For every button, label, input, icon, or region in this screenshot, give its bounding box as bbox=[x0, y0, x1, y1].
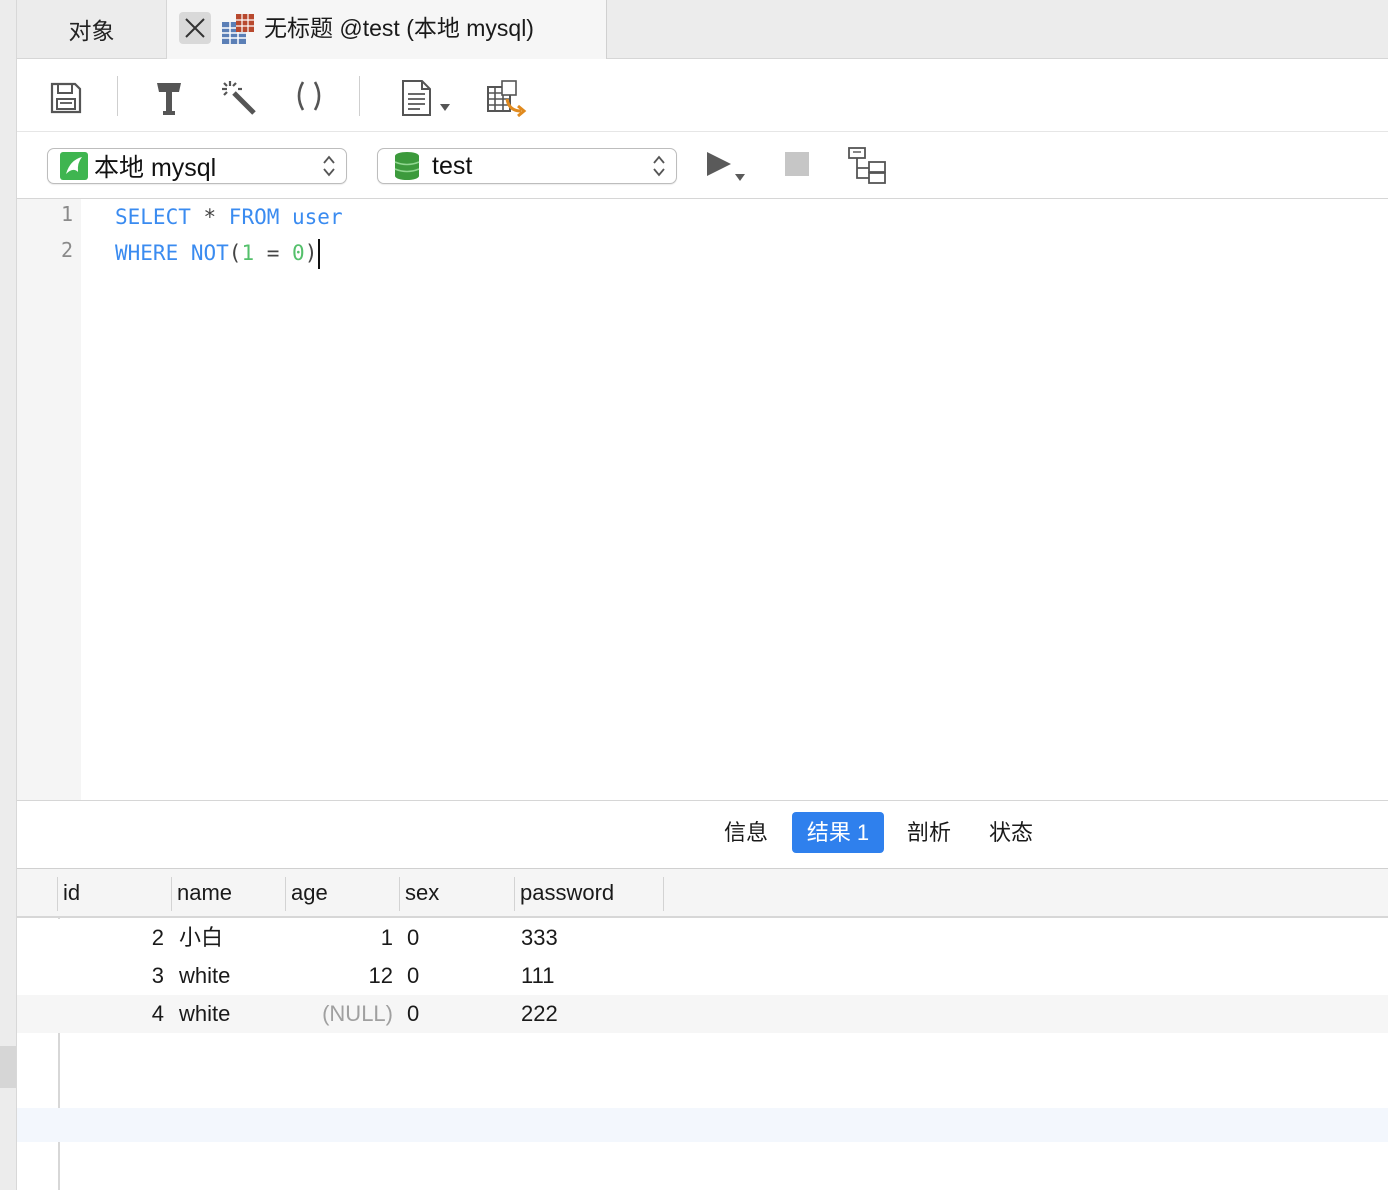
cell-age[interactable]: 1 bbox=[287, 919, 393, 957]
toolbar-separator bbox=[117, 76, 118, 116]
cell-id[interactable]: 3 bbox=[59, 957, 164, 995]
run-icon[interactable] bbox=[705, 150, 751, 189]
keyword-select: SELECT bbox=[115, 205, 191, 229]
code-line-1: SELECT * FROM user bbox=[115, 199, 343, 235]
table-row[interactable]: 2 小白 1 0 333 bbox=[17, 919, 1388, 957]
number-literal: 0 bbox=[292, 241, 305, 265]
keyword-not: NOT bbox=[178, 241, 229, 265]
database-value: test bbox=[432, 151, 473, 180]
tab-info[interactable]: 信息 bbox=[710, 812, 782, 853]
keyword-from: FROM bbox=[228, 205, 280, 229]
operator-star: * bbox=[190, 205, 229, 229]
tab-query-title: 无标题 @test (本地 mysql) bbox=[264, 15, 534, 41]
magic-wand-icon[interactable] bbox=[220, 79, 258, 122]
keyword-where: WHERE bbox=[115, 241, 179, 265]
tab-status[interactable]: 状态 bbox=[975, 812, 1047, 853]
table-row[interactable]: 3 white 12 0 111 bbox=[17, 957, 1388, 995]
tab-objects-label: 对象 bbox=[68, 18, 115, 44]
identifier-table: user bbox=[279, 205, 343, 229]
line-number: 2 bbox=[60, 238, 73, 262]
cell-password[interactable]: 333 bbox=[521, 919, 661, 957]
text-caret bbox=[318, 239, 321, 269]
cell-age-null[interactable]: (NULL) bbox=[287, 995, 393, 1033]
column-header-age[interactable]: age bbox=[285, 869, 399, 916]
grid-header: id name age sex password bbox=[17, 869, 1388, 918]
table-export-icon[interactable] bbox=[485, 79, 527, 122]
document-icon[interactable] bbox=[400, 79, 454, 122]
code-line-2: WHERE NOT(1 = 0) bbox=[115, 235, 321, 271]
close-icon[interactable] bbox=[179, 12, 211, 44]
tab-profile[interactable]: 剖析 bbox=[893, 812, 965, 853]
cell-password[interactable]: 111 bbox=[521, 957, 661, 995]
line-number: 1 bbox=[60, 202, 73, 226]
column-header-name[interactable]: name bbox=[171, 869, 285, 916]
cell-id[interactable]: 4 bbox=[59, 995, 164, 1033]
database-icon bbox=[394, 151, 420, 181]
cell-name[interactable]: white bbox=[179, 995, 279, 1033]
updown-chevron-icon bbox=[652, 154, 666, 183]
tab-result-1[interactable]: 结果 1 bbox=[792, 812, 884, 853]
connection-value: 本地 mysql bbox=[94, 154, 217, 182]
save-icon[interactable] bbox=[49, 81, 83, 120]
updown-chevron-icon bbox=[322, 154, 336, 183]
explain-tree-icon[interactable] bbox=[847, 146, 887, 189]
column-header-password[interactable]: password bbox=[514, 869, 663, 916]
result-tabs: 信息 结果 1 剖析 状态 bbox=[17, 801, 1388, 869]
parentheses-icon[interactable] bbox=[292, 79, 326, 118]
cell-name[interactable]: 小白 bbox=[179, 919, 279, 957]
paren-open: ( bbox=[228, 241, 242, 265]
table-row[interactable]: 4 white (NULL) 0 222 bbox=[17, 995, 1388, 1033]
line-number-gutter: 1 2 bbox=[17, 199, 81, 800]
stop-icon[interactable] bbox=[785, 152, 809, 181]
operator-equals: = bbox=[254, 241, 293, 265]
column-header-sex[interactable]: sex bbox=[399, 869, 514, 916]
cell-name[interactable]: white bbox=[179, 957, 279, 995]
cell-age[interactable]: 12 bbox=[287, 957, 393, 995]
empty-row-highlight bbox=[17, 1108, 1388, 1142]
column-separator[interactable] bbox=[663, 877, 664, 911]
connection-select[interactable]: 本地 mysql bbox=[47, 148, 347, 184]
cell-password[interactable]: 222 bbox=[521, 995, 661, 1033]
cell-sex[interactable]: 0 bbox=[407, 919, 507, 957]
toolbar-separator bbox=[359, 76, 360, 116]
left-edge-handle bbox=[0, 1046, 16, 1088]
connection-bar: 本地 mysql test bbox=[17, 132, 1388, 199]
mysql-connection-icon bbox=[60, 152, 88, 180]
query-table-icon bbox=[220, 12, 256, 46]
window-left-edge bbox=[0, 0, 17, 1190]
tab-objects[interactable]: 对象 bbox=[17, 0, 167, 58]
database-select[interactable]: test bbox=[377, 148, 677, 184]
sql-editor[interactable]: SELECT * FROM user WHERE NOT(1 = 0) bbox=[115, 199, 343, 271]
paren-close: ) bbox=[304, 241, 318, 265]
cell-sex[interactable]: 0 bbox=[407, 957, 507, 995]
cell-id[interactable]: 2 bbox=[59, 919, 164, 957]
toolbar bbox=[17, 59, 1388, 132]
cell-sex[interactable]: 0 bbox=[407, 995, 507, 1033]
number-literal: 1 bbox=[241, 241, 255, 265]
hammer-icon[interactable] bbox=[153, 79, 185, 122]
column-header-id[interactable]: id bbox=[57, 869, 171, 916]
